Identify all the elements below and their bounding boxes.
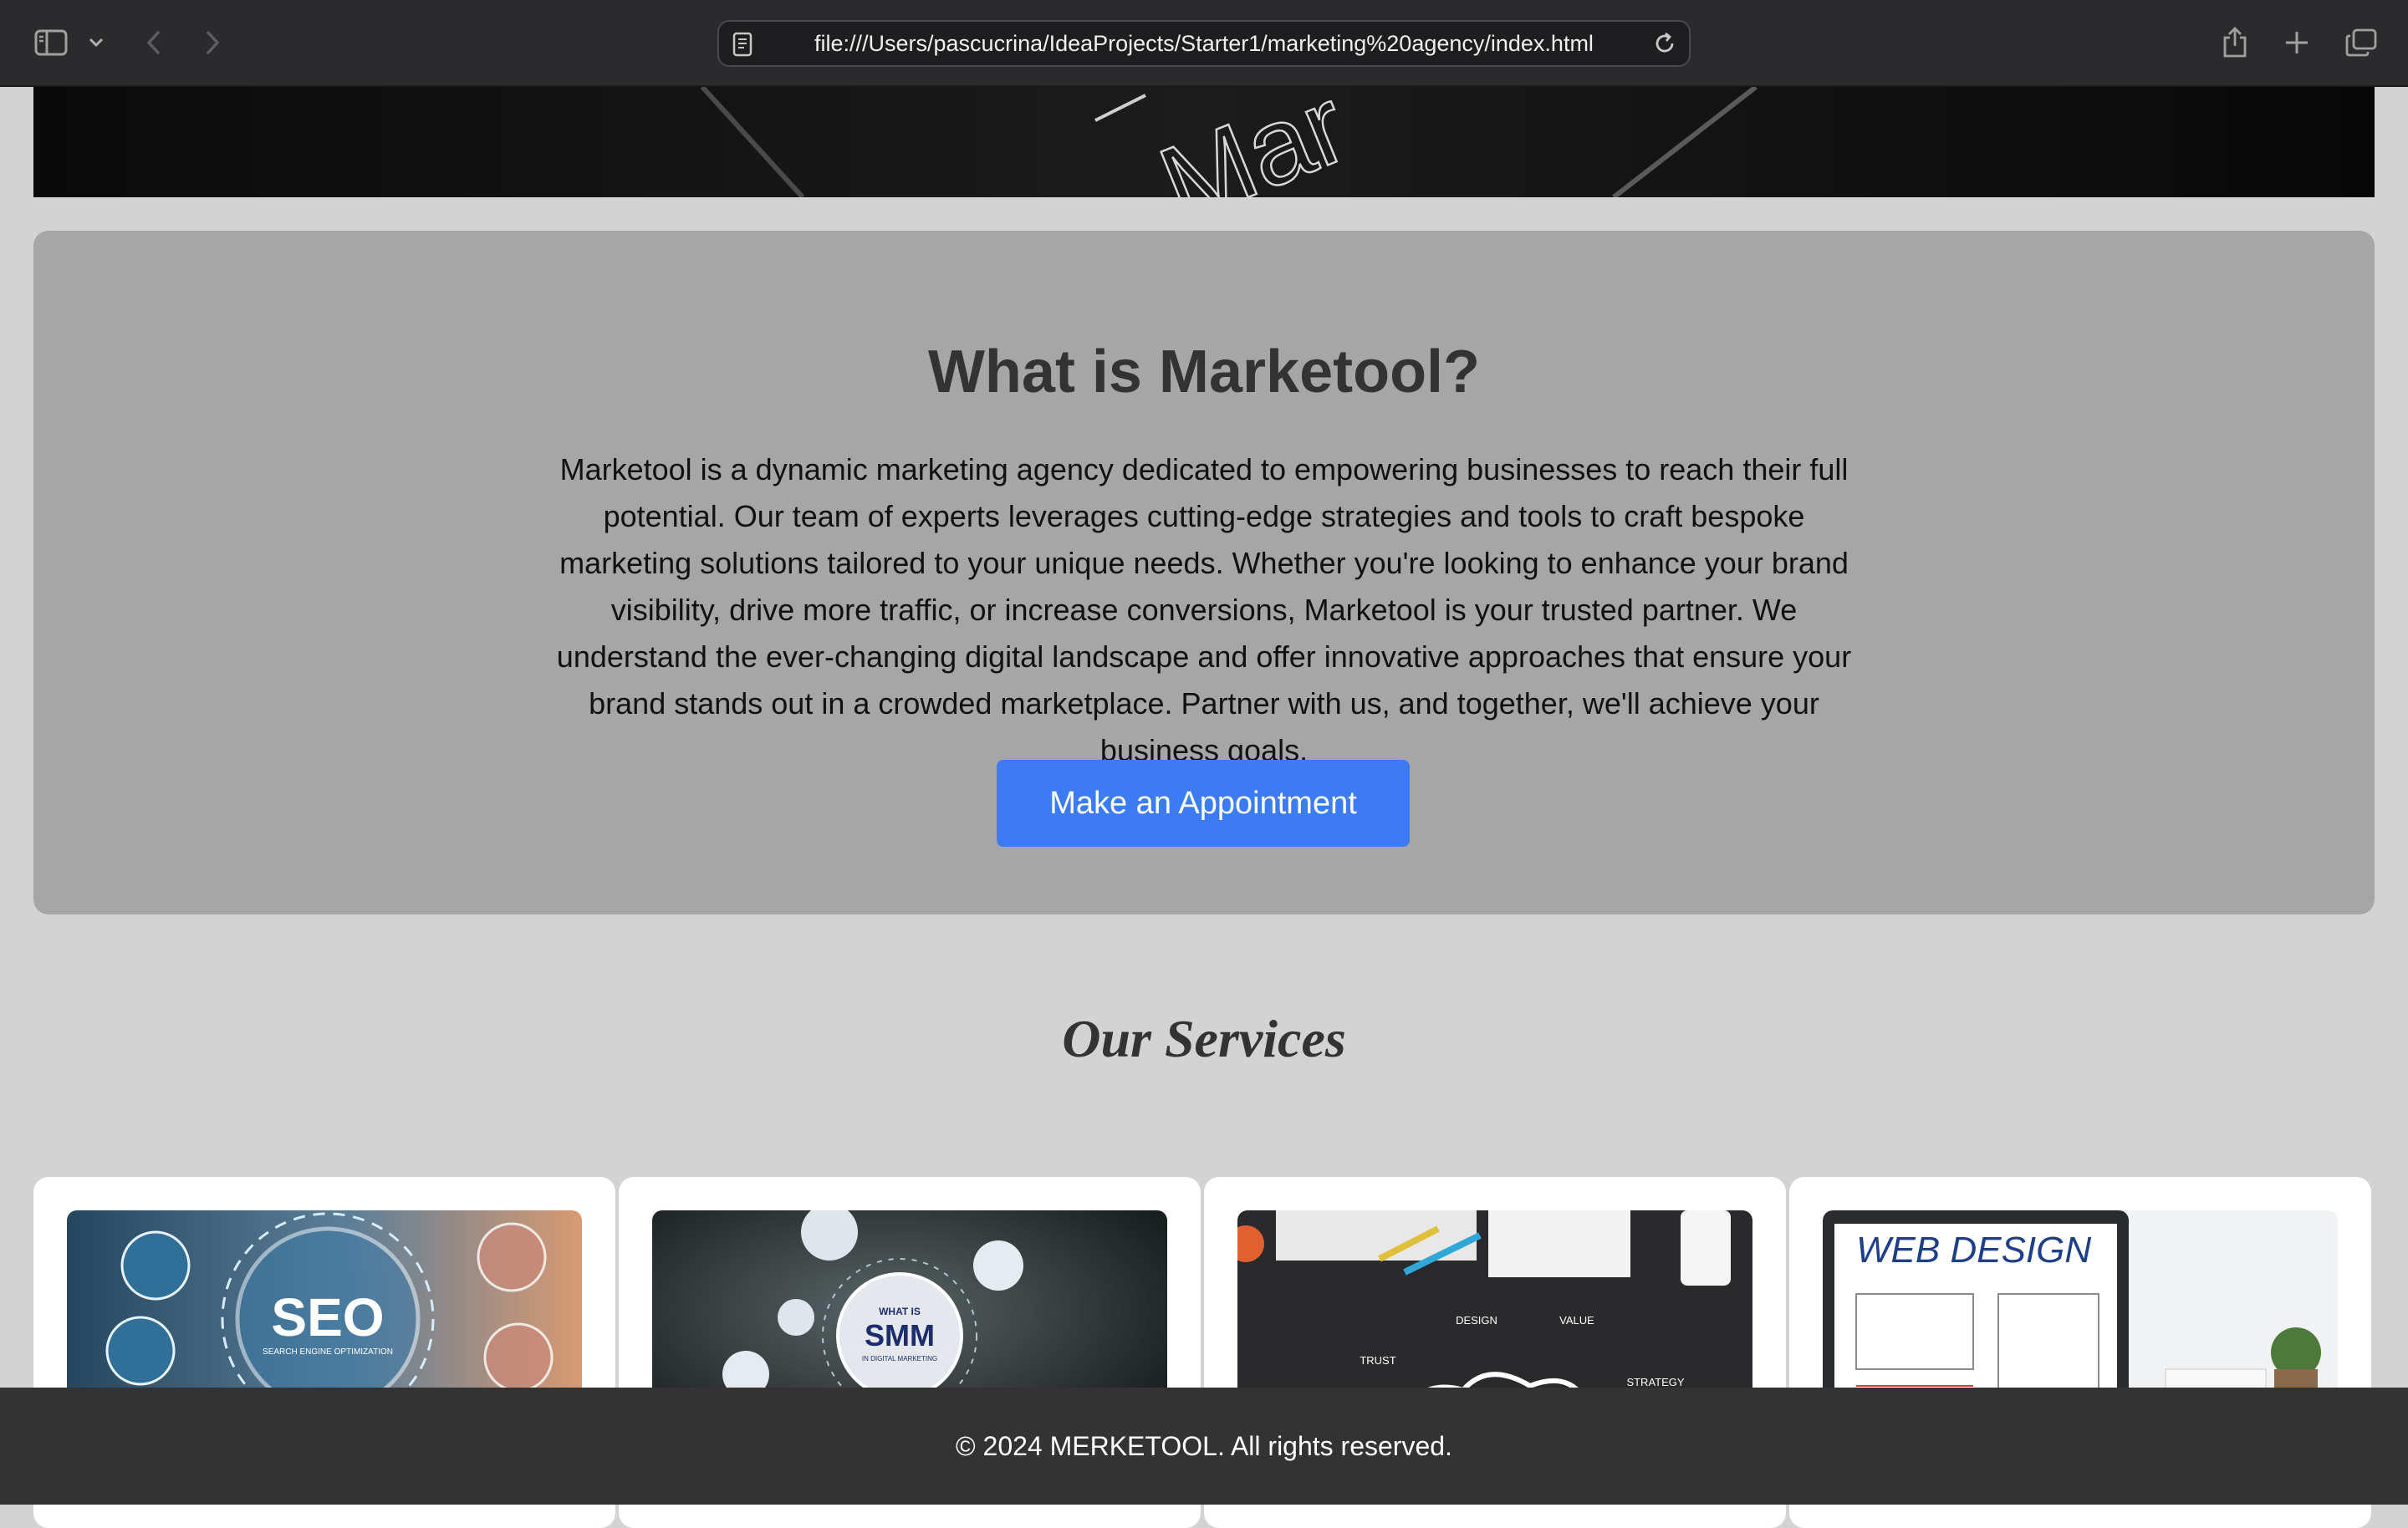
footer: © 2024 MERKETOOL. All rights reserved. [0, 1388, 2408, 1505]
seo-image-text: SEO [271, 1287, 384, 1347]
url-text[interactable]: file:///Users/pascucrina/IdeaProjects/St… [814, 22, 1594, 65]
sidebar-icon[interactable] [32, 20, 70, 65]
smm-image-top: WHAT IS [879, 1306, 921, 1317]
about-paragraph: Marketool is a dynamic marketing agency … [556, 452, 1852, 767]
tabs-icon[interactable] [2344, 20, 2378, 65]
footer-copyright: © 2024 MERKETOOL. All rights reserved. [956, 1430, 1452, 1461]
reload-icon[interactable] [1652, 31, 1677, 60]
address-bar[interactable]: file:///Users/pascucrina/IdeaProjects/St… [717, 20, 1691, 67]
services-title: Our Services [1062, 1009, 1346, 1068]
about-title: What is Marketool? [927, 339, 1481, 405]
seo-image-subtext: SEARCH ENGINE OPTIMIZATION [263, 1347, 393, 1357]
strategy-label-strategy: STRATEGY [1626, 1376, 1684, 1388]
hero-image: Mar [33, 87, 2375, 197]
web-design-image-text: WEB DESIGN [1856, 1230, 2091, 1271]
smm-image-text: SMM [865, 1318, 935, 1352]
strategy-label-design: DESIGN [1456, 1314, 1497, 1327]
browser-toolbar: file:///Users/pascucrina/IdeaProjects/St… [0, 0, 2408, 87]
back-icon[interactable] [142, 20, 166, 65]
make-appointment-button[interactable]: Make an Appointment [997, 760, 1410, 847]
page-icon [732, 32, 752, 61]
forward-icon[interactable] [201, 20, 224, 65]
chevron-down-icon[interactable] [87, 20, 105, 65]
share-icon[interactable] [2221, 20, 2249, 65]
strategy-label-value: VALUE [1559, 1314, 1594, 1327]
smm-image-subtext: IN DIGITAL MARKETING [862, 1355, 937, 1362]
strategy-label-trust: TRUST [1360, 1354, 1395, 1367]
plus-icon[interactable] [2283, 20, 2311, 65]
